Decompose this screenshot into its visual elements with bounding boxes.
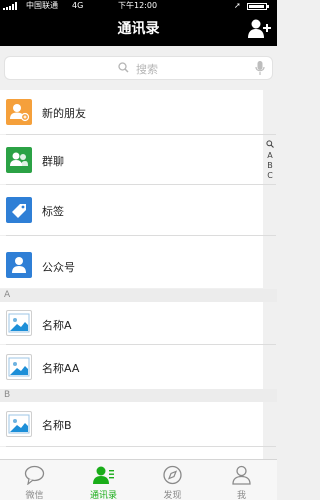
new-friends-item[interactable]: 新的朋友 [0,90,263,134]
section-header-a: A [0,289,277,302]
person-icon [232,465,251,485]
list-item-partial [0,447,263,459]
search-placeholder: 搜索 [136,63,158,76]
contacts-icon [93,466,114,484]
official-accounts-label: 公众号 [42,261,75,274]
tags-item[interactable]: 标签 [0,185,263,235]
group-chat-label: 群聊 [42,155,64,168]
status-bar: 中国联通 4G 下午12:00 ➚ [0,0,277,12]
tab-chats[interactable]: 微信 [0,460,69,500]
index-letter-c[interactable]: C [263,171,277,181]
group-chat-item[interactable]: 群聊 [0,135,263,184]
new-friends-label: 新的朋友 [42,107,86,120]
status-time: 下午12:00 [118,1,158,10]
contact-avatar-icon [6,354,32,380]
tab-bar: 微信 通讯录 发现 我 [0,459,277,500]
tab-label: 我 [236,491,246,500]
tab-label: 通讯录 [89,491,117,500]
nav-bar: 通讯录 [0,12,277,46]
location-icon: ➚ [234,1,241,10]
new-friend-icon [6,99,32,125]
contact-avatar-icon [6,411,32,437]
tab-me[interactable]: 我 [207,460,276,500]
page-title: 通讯录 [117,21,160,37]
alphabet-index-bar[interactable]: A B C [263,140,277,181]
contact-name: 名称A [42,319,72,332]
section-header-b: B [0,389,277,402]
network-type: 4G [72,1,84,10]
search-icon [118,62,129,73]
index-search-icon[interactable] [266,140,274,148]
group-chat-icon [6,147,32,173]
compass-icon [163,465,182,485]
tab-contacts[interactable]: 通讯录 [69,460,138,500]
official-accounts-item[interactable]: 公众号 [0,236,263,288]
battery-icon [247,3,269,10]
add-contact-button[interactable] [248,18,272,40]
signal-strength-icon [3,2,17,10]
tags-label: 标签 [42,205,64,218]
tab-label: 发现 [163,491,182,500]
contact-name: 名称AA [42,362,80,375]
add-friend-icon [248,19,271,38]
contact-item[interactable]: 名称B [0,402,263,446]
official-account-icon [6,252,32,278]
carrier-name: 中国联通 [26,1,58,10]
index-letter-b[interactable]: B [263,161,277,171]
contact-item[interactable]: 名称A [0,302,263,344]
contact-item[interactable]: 名称AA [0,345,263,389]
contact-name: 名称B [42,419,72,432]
search-input[interactable]: 搜索 [4,56,273,80]
tag-icon [6,197,32,223]
chat-bubble-icon [24,465,45,485]
index-letter-a[interactable]: A [263,151,277,161]
contact-avatar-icon [6,310,32,336]
tab-discover[interactable]: 发现 [138,460,207,500]
microphone-icon[interactable] [255,61,265,76]
search-area: 搜索 [0,46,277,90]
tab-label: 微信 [25,491,44,500]
